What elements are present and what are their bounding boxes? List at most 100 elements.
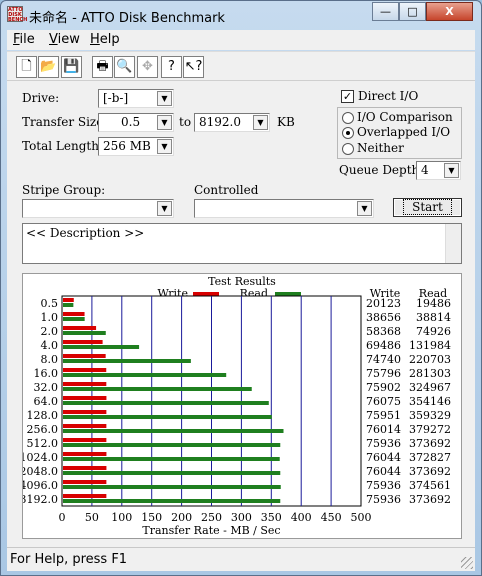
chevron-down-icon[interactable]: ▼ (444, 163, 459, 178)
x-tick-label: 350 (261, 511, 282, 524)
move-icon[interactable]: ✥ (137, 56, 158, 78)
chevron-down-icon[interactable]: ▼ (157, 91, 172, 106)
write-bar (63, 354, 106, 358)
write-value: 20123 (366, 297, 401, 310)
write-value: 76075 (366, 395, 401, 408)
open-icon[interactable]: 📂 (38, 56, 59, 78)
menu-bar: File View Help (7, 30, 475, 50)
write-bar (63, 466, 107, 470)
write-bar (63, 494, 107, 498)
category-label: 1024.0 (23, 451, 58, 464)
category-label: 4.0 (41, 339, 59, 352)
write-value: 76014 (366, 423, 401, 436)
x-tick-label: 200 (171, 511, 192, 524)
window-title: 未命名 - ATTO Disk Benchmark (29, 11, 225, 26)
description-field[interactable]: << Description >> (22, 223, 462, 264)
read-bar (63, 359, 191, 363)
x-tick-label: 450 (321, 511, 342, 524)
overlapped-io-radio[interactable] (342, 127, 354, 139)
x-tick-label: 0 (59, 511, 66, 524)
write-bar (63, 438, 107, 442)
io-comparison-radio[interactable] (342, 112, 354, 124)
controlled-label: Controlled (194, 183, 259, 197)
category-label: 4096.0 (23, 479, 58, 492)
help-icon[interactable]: ? (161, 56, 182, 78)
read-value: 220703 (409, 353, 451, 366)
menu-help[interactable]: Help (90, 32, 120, 47)
x-tick-label: 100 (111, 511, 132, 524)
maximize-button[interactable]: □ (399, 2, 426, 21)
write-bar (63, 382, 107, 386)
write-value: 74740 (366, 353, 401, 366)
read-bar (63, 303, 74, 307)
category-label: 2.0 (41, 325, 59, 338)
direct-io-checkbox[interactable]: ✓ (341, 90, 354, 103)
transfer-size-to-select[interactable]: 8192.0 ▼ (194, 113, 270, 132)
write-bar (63, 312, 85, 316)
write-value: 75902 (366, 381, 401, 394)
save-icon[interactable]: 💾 (61, 56, 82, 78)
write-bar (63, 368, 107, 372)
new-icon[interactable]: 🗋 (16, 56, 37, 78)
print-icon[interactable]: 🖶 (92, 56, 113, 78)
transfer-size-from-select[interactable]: 0.5 ▼ (98, 113, 174, 132)
menu-view[interactable]: View (49, 32, 80, 47)
read-value: 354146 (409, 395, 451, 408)
menu-file[interactable]: File (13, 32, 35, 47)
drive-label: Drive: (22, 91, 60, 105)
read-bar (63, 387, 252, 391)
read-bar (63, 415, 272, 419)
description-scrollbar[interactable] (445, 224, 461, 263)
minimize-button[interactable]: — (372, 2, 399, 21)
write-bar (63, 452, 107, 456)
title-bar[interactable]: ATTO DISK BENCH 未命名 - ATTO Disk Benchmar… (1, 1, 481, 30)
resize-grip-icon[interactable] (461, 557, 473, 569)
category-label: 32.0 (34, 381, 59, 394)
read-value: 373692 (409, 437, 451, 450)
read-value: 372827 (409, 451, 451, 464)
legend-write-swatch (193, 292, 219, 296)
read-value: 131984 (409, 339, 451, 352)
chevron-down-icon[interactable]: ▼ (157, 115, 172, 130)
context-help-icon[interactable]: ↖? (183, 56, 204, 78)
write-bar (63, 326, 97, 330)
read-value: 74926 (416, 325, 451, 338)
queue-depth-select[interactable]: 4 ▼ (416, 161, 461, 180)
chevron-down-icon[interactable]: ▼ (357, 201, 372, 216)
test-results-panel: Test Results Write Read Write Read 0 50 100 150 2… (22, 273, 462, 539)
overlapped-io-label: Overlapped I/O (357, 125, 451, 139)
benchmark-panel: Drive: [-b-] ▼ Transfer Size: 0.5 ▼ to 819… (7, 81, 475, 547)
category-label: 8.0 (41, 353, 59, 366)
app-window: ATTO DISK BENCH 未命名 - ATTO Disk Benchmar… (0, 0, 482, 576)
atto-app-icon: ATTO DISK BENCH (7, 6, 28, 23)
read-value: 38814 (416, 311, 451, 324)
read-value: 324967 (409, 381, 451, 394)
chevron-down-icon[interactable]: ▼ (157, 201, 172, 216)
chevron-down-icon[interactable]: ▼ (253, 115, 268, 130)
write-value: 75936 (366, 479, 401, 492)
read-bar (63, 471, 281, 475)
write-bar (63, 396, 107, 400)
read-bar (63, 317, 85, 321)
total-length-select[interactable]: 256 MB ▼ (98, 137, 174, 156)
results-chart: Test ResultsWrite Read Write Read0 50 100 150 2… (23, 275, 451, 537)
read-value: 359329 (409, 409, 451, 422)
drive-select[interactable]: [-b-] ▼ (98, 89, 174, 108)
print-preview-icon[interactable]: 🔍 (114, 56, 135, 78)
x-axis-label: Transfer Rate - MB / Sec (142, 524, 280, 537)
read-value: 19486 (416, 297, 451, 310)
close-button[interactable]: X (426, 2, 473, 21)
write-value: 75936 (366, 493, 401, 506)
write-bar (63, 424, 107, 428)
start-button[interactable]: Start (393, 198, 462, 217)
status-bar: For Help, press F1 (7, 547, 475, 571)
read-bar (63, 429, 284, 433)
stripe-group-select[interactable]: ▼ (22, 199, 174, 218)
read-bar (63, 499, 281, 503)
io-comparison-label: I/O Comparison (357, 110, 453, 124)
x-tick-label: 250 (201, 511, 222, 524)
chevron-down-icon[interactable]: ▼ (157, 139, 172, 154)
category-label: 16.0 (34, 367, 59, 380)
neither-radio[interactable] (342, 143, 354, 155)
controlled-select[interactable]: ▼ (194, 199, 374, 218)
